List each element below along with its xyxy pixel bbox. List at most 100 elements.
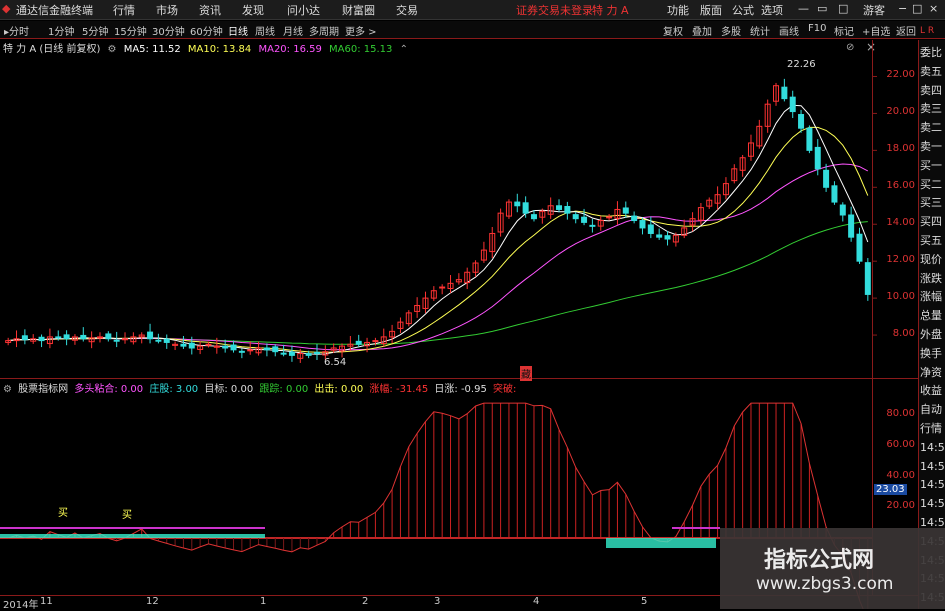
rizhang-value: 日涨: -0.95	[434, 384, 487, 395]
candle-body	[823, 169, 830, 188]
candle-body	[96, 336, 103, 339]
candle-body	[622, 207, 629, 214]
panel-item[interactable]: 总量	[920, 307, 945, 325]
candle-body	[530, 214, 537, 220]
panel-item[interactable]: 卖二	[920, 119, 945, 137]
candle-body	[664, 235, 671, 240]
panel-item[interactable]: 14:5	[920, 495, 945, 513]
price-tick-label: 14.00	[886, 217, 915, 229]
candle-body	[439, 286, 446, 289]
chuji-value: 出击: 0.00	[314, 384, 364, 395]
panel-item[interactable]: 涨幅	[920, 288, 945, 306]
indicator-settings-icon[interactable]: ⚙	[3, 384, 12, 395]
candle-body	[288, 351, 295, 356]
indicator-info-line: ⚙ 股票指标网 多头粘合: 0.00 庄股: 3.00 目标: 0.00 跟踪:…	[0, 380, 519, 396]
panel-item[interactable]: 涨跌	[920, 270, 945, 288]
tupo-value: 突破:	[493, 384, 517, 395]
candle-body	[80, 334, 87, 340]
chart-canvas[interactable]	[0, 0, 945, 609]
ma5-line	[8, 104, 869, 355]
panel-item[interactable]: 外盘	[920, 326, 945, 344]
candle-body	[147, 331, 154, 340]
panel-item[interactable]: 卖五	[920, 63, 945, 81]
candle-body	[806, 127, 813, 151]
panel-item[interactable]: 买四	[920, 213, 945, 231]
candle-body	[798, 114, 805, 129]
price-tick-label: 18.00	[886, 143, 915, 155]
candle-body	[514, 201, 521, 207]
candle-body	[556, 205, 563, 210]
candle-body	[272, 346, 279, 353]
panel-item[interactable]: 14:5	[920, 439, 945, 457]
price-tick-label: 12.00	[886, 254, 915, 266]
candle-body	[564, 206, 571, 214]
candle-body	[21, 335, 28, 341]
mubiao-value: 目标: 0.00	[204, 384, 254, 395]
candle-body	[647, 224, 654, 234]
indicator-name: 股票指标网	[18, 384, 69, 395]
candle-body	[280, 352, 287, 355]
panel-item[interactable]: 卖三	[920, 100, 945, 118]
panel-item[interactable]: 自动	[920, 401, 945, 419]
date-label: 4	[533, 596, 540, 607]
buy-signal-2: 买	[122, 510, 132, 521]
date-axis: 2014年 11 12 1 2 3 4 5	[0, 596, 720, 611]
price-tick-label: 22.00	[886, 69, 915, 81]
panel-item[interactable]: 换手	[920, 345, 945, 363]
panel-item[interactable]: 买三	[920, 194, 945, 212]
watermark-url: www.zbgs3.com	[756, 574, 894, 594]
candle-body	[238, 350, 245, 353]
ma60-path	[8, 221, 868, 345]
candle-body	[656, 234, 663, 238]
event-marker[interactable]: 藏	[520, 366, 532, 381]
duotou-value: 多头粘合: 0.00	[74, 384, 144, 395]
candle-body	[839, 204, 846, 216]
panel-item[interactable]: 行情	[920, 420, 945, 438]
candle-body	[589, 224, 596, 227]
panel-item[interactable]: 净资	[920, 364, 945, 382]
indicator-tick-label: 60.00	[886, 439, 915, 450]
candle-body	[372, 340, 379, 343]
high-annotation: 22.26	[787, 59, 816, 70]
panel-lr-toggle[interactable]: L R	[920, 22, 945, 40]
panel-item[interactable]: 14:5	[920, 476, 945, 494]
panel-item[interactable]: 卖一	[920, 138, 945, 156]
panel-item[interactable]: 委比	[920, 44, 945, 62]
ma20-line	[8, 163, 869, 351]
low-annotation: 6.54	[324, 357, 347, 368]
zhangfu-value: 涨幅: -31.45	[369, 384, 429, 395]
candle-body	[155, 339, 162, 342]
panel-item[interactable]: 买五	[920, 232, 945, 250]
ma10-path	[8, 126, 869, 353]
panel-item[interactable]: 收益	[920, 382, 945, 400]
ma5-path	[8, 104, 869, 355]
candle-body	[163, 338, 170, 343]
price-tick-label: 10.00	[886, 291, 915, 303]
price-tick-label: 16.00	[886, 180, 915, 192]
candle-body	[247, 349, 254, 352]
date-label: 5	[641, 596, 648, 607]
panel-item[interactable]: 买二	[920, 176, 945, 194]
panel-item[interactable]: 买一	[920, 157, 945, 175]
ma60-line	[8, 221, 868, 345]
candle-body	[639, 220, 646, 229]
indicator-tick-label: 20.00	[886, 500, 915, 512]
candle-body	[572, 214, 579, 220]
candle-body	[581, 216, 588, 223]
panel-item[interactable]: 卖四	[920, 82, 945, 100]
ma20-path	[8, 163, 869, 351]
candle-body	[205, 343, 212, 346]
candle-body	[105, 333, 112, 340]
indicator-current-value: 23.03	[874, 484, 907, 495]
candle-body	[606, 216, 613, 219]
candle-body	[831, 185, 838, 203]
date-label: 1	[260, 596, 267, 607]
candle-body	[222, 345, 229, 349]
zhuang-value: 庄股: 3.00	[149, 384, 199, 395]
buy-signal-1: 买	[58, 508, 68, 519]
date-label: 2	[362, 596, 369, 607]
panel-item[interactable]: 现价	[920, 251, 945, 269]
candle-body	[522, 202, 529, 214]
candle-body	[188, 342, 195, 349]
panel-item[interactable]: 14:5	[920, 458, 945, 476]
